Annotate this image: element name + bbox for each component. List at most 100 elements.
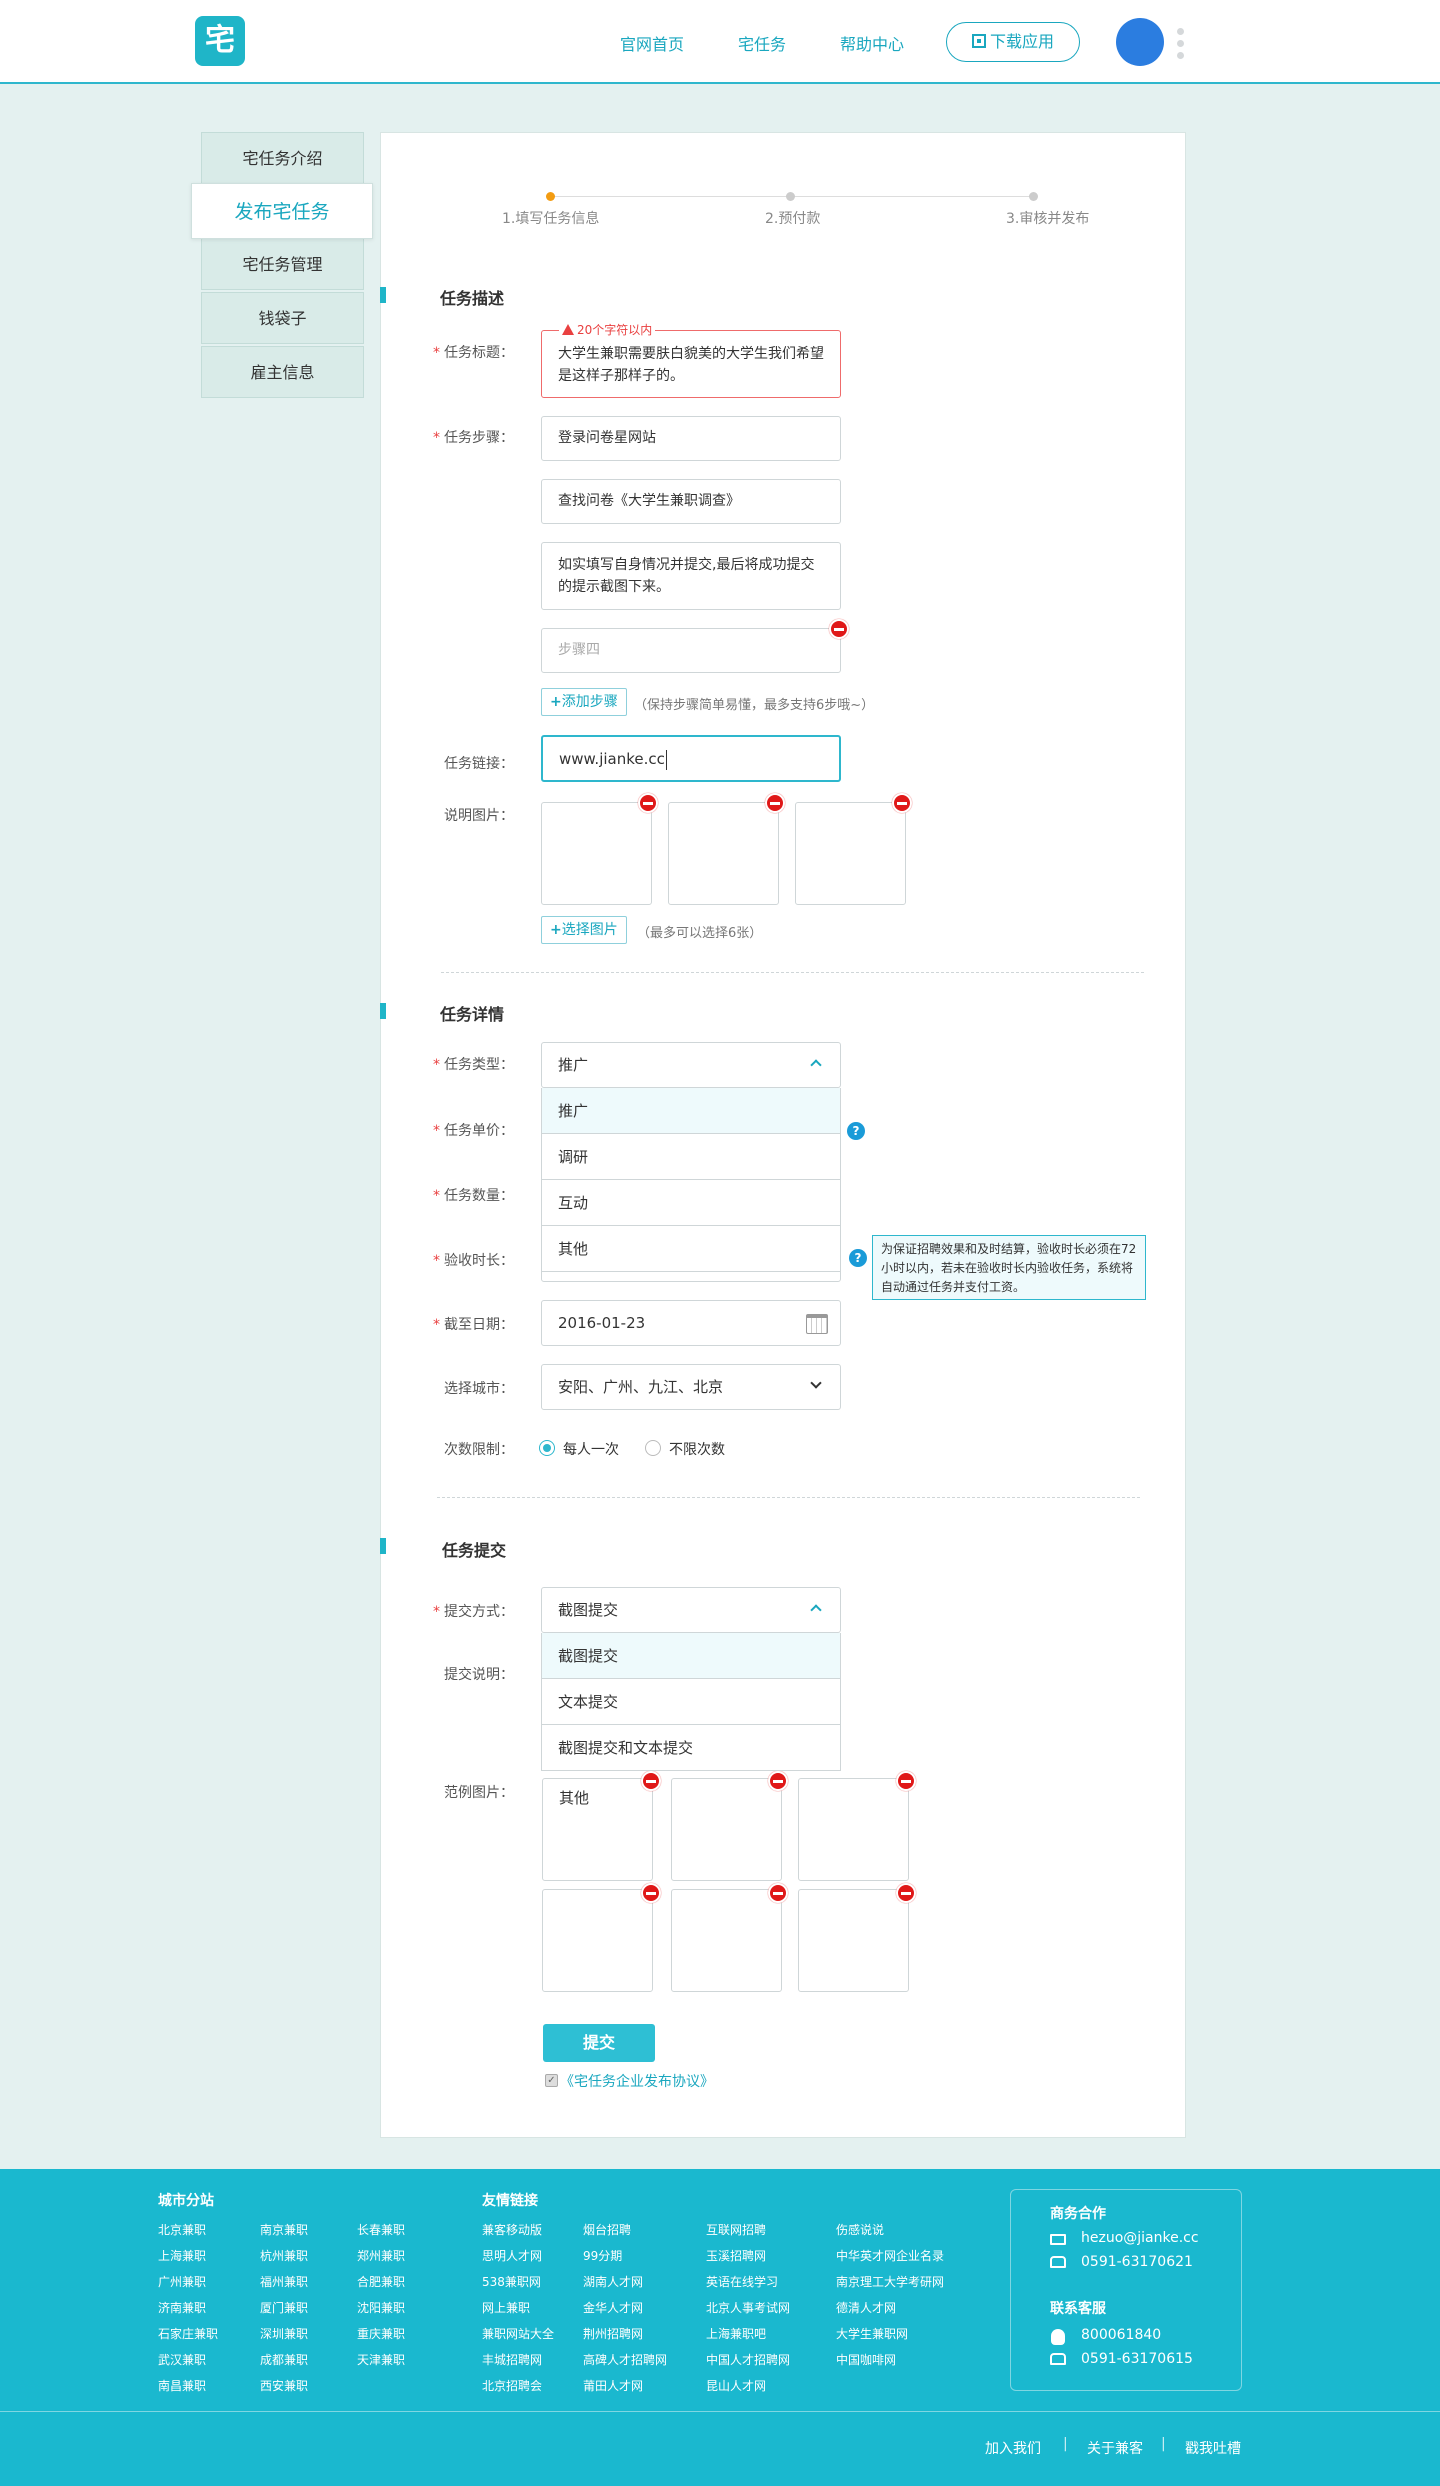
footer-friend-link[interactable]: 538兼职网 xyxy=(482,2273,541,2290)
footer-friend-link[interactable]: 莆田人才网 xyxy=(583,2377,643,2394)
app-logo[interactable]: 宅 xyxy=(195,16,245,66)
agreement-checkbox[interactable]: ✓ xyxy=(545,2074,558,2087)
footer-friend-link[interactable]: 北京招聘会 xyxy=(482,2377,542,2394)
image-slot[interactable] xyxy=(668,802,779,905)
nav-home[interactable]: 官网首页 xyxy=(620,31,684,55)
agreement-link[interactable]: 《宅任务企业发布协议》 xyxy=(560,2071,714,2091)
footer-city-link[interactable]: 北京兼职 xyxy=(158,2221,206,2238)
delete-image-icon[interactable] xyxy=(892,793,912,813)
submit-method-select[interactable]: 截图提交 xyxy=(541,1587,841,1633)
footer-friend-link[interactable]: 大学生兼职网 xyxy=(836,2325,908,2342)
footer-friend-link[interactable]: 高碑人才招聘网 xyxy=(583,2351,667,2368)
footer-city-link[interactable]: 济南兼职 xyxy=(158,2299,206,2316)
footer-city-link[interactable]: 成都兼职 xyxy=(260,2351,308,2368)
example-image-slot[interactable] xyxy=(798,1889,909,1992)
footer-city-link[interactable]: 武汉兼职 xyxy=(158,2351,206,2368)
step-1-input[interactable]: 登录问卷星网站 xyxy=(541,416,841,461)
footer-feedback[interactable]: 戳我吐槽 xyxy=(1185,2438,1241,2458)
footer-friend-link[interactable]: 南京理工大学考研网 xyxy=(836,2273,944,2290)
duration-help-icon[interactable]: ? xyxy=(849,1249,867,1267)
type-option[interactable]: 调研 xyxy=(541,1134,841,1180)
footer-friend-link[interactable]: 网上兼职 xyxy=(482,2299,530,2316)
radio-once[interactable] xyxy=(539,1440,555,1456)
footer-city-link[interactable]: 郑州兼职 xyxy=(357,2247,405,2264)
method-option[interactable]: 文本提交 xyxy=(541,1679,841,1725)
image-slot[interactable] xyxy=(541,802,652,905)
footer-city-link[interactable]: 深圳兼职 xyxy=(260,2325,308,2342)
footer-city-link[interactable]: 石家庄兼职 xyxy=(158,2325,218,2342)
city-select[interactable]: 安阳、广州、九江、北京 xyxy=(541,1364,841,1410)
footer-friend-link[interactable]: 伤感说说 xyxy=(836,2221,884,2238)
footer-friend-link[interactable]: 中国人才招聘网 xyxy=(706,2351,790,2368)
choose-images-button[interactable]: +选择图片 xyxy=(541,916,627,944)
task-link-input[interactable]: www.jianke.cc xyxy=(541,735,841,782)
type-option[interactable]: 互动 xyxy=(541,1180,841,1226)
user-avatar[interactable] xyxy=(1116,18,1164,66)
footer-friend-link[interactable]: 昆山人才网 xyxy=(706,2377,766,2394)
method-option[interactable]: 截图提交和文本提交 xyxy=(541,1725,841,1771)
footer-friend-link[interactable]: 中华英才网企业名录 xyxy=(836,2247,944,2264)
footer-city-link[interactable]: 重庆兼职 xyxy=(357,2325,405,2342)
delete-image-icon[interactable] xyxy=(641,1883,661,1903)
footer-friend-link[interactable]: 玉溪招聘网 xyxy=(706,2247,766,2264)
delete-image-icon[interactable] xyxy=(765,793,785,813)
sidebar-item-wallet[interactable]: 钱袋子 xyxy=(201,292,364,344)
type-option[interactable]: 推广 xyxy=(541,1088,841,1134)
footer-friend-link[interactable]: 互联网招聘 xyxy=(706,2221,766,2238)
delete-image-icon[interactable] xyxy=(768,1771,788,1791)
delete-step-icon[interactable] xyxy=(829,619,849,639)
image-slot[interactable] xyxy=(795,802,906,905)
footer-city-link[interactable]: 南京兼职 xyxy=(260,2221,308,2238)
footer-friend-link[interactable]: 英语在线学习 xyxy=(706,2273,778,2290)
biz-email[interactable]: hezuo@jianke.cc xyxy=(1081,2230,1199,2246)
example-image-slot[interactable]: 其他 xyxy=(542,1778,653,1881)
delete-image-icon[interactable] xyxy=(641,1771,661,1791)
service-qq[interactable]: 800061840 xyxy=(1081,2327,1161,2343)
example-image-slot[interactable] xyxy=(542,1889,653,1992)
footer-friend-link[interactable]: 丰城招聘网 xyxy=(482,2351,542,2368)
submit-button[interactable]: 提交 xyxy=(543,2024,655,2062)
sidebar-item-publish[interactable]: 发布宅任务 xyxy=(191,183,373,239)
footer-city-link[interactable]: 西安兼职 xyxy=(260,2377,308,2394)
sidebar-item-intro[interactable]: 宅任务介绍 xyxy=(201,132,364,184)
footer-city-link[interactable]: 合肥兼职 xyxy=(357,2273,405,2290)
footer-city-link[interactable]: 广州兼职 xyxy=(158,2273,206,2290)
footer-city-link[interactable]: 沈阳兼职 xyxy=(357,2299,405,2316)
sidebar-item-manage[interactable]: 宅任务管理 xyxy=(201,238,364,290)
add-step-button[interactable]: +添加步骤 xyxy=(541,688,627,716)
download-app-button[interactable]: 下载应用 xyxy=(946,22,1080,62)
radio-unlimited[interactable] xyxy=(645,1440,661,1456)
footer-friend-link[interactable]: 99分期 xyxy=(583,2247,622,2264)
footer-friend-link[interactable]: 上海兼职吧 xyxy=(706,2325,766,2342)
nav-tasks[interactable]: 宅任务 xyxy=(738,31,786,55)
footer-city-link[interactable]: 天津兼职 xyxy=(357,2351,405,2368)
deadline-input[interactable]: 2016-01-23 xyxy=(541,1300,841,1346)
footer-city-link[interactable]: 长春兼职 xyxy=(357,2221,405,2238)
method-option[interactable]: 截图提交 xyxy=(541,1633,841,1679)
footer-friend-link[interactable]: 兼职网站大全 xyxy=(482,2325,554,2342)
delete-image-icon[interactable] xyxy=(896,1883,916,1903)
footer-about[interactable]: 关于兼客 xyxy=(1087,2438,1143,2458)
example-image-slot[interactable] xyxy=(671,1889,782,1992)
delete-image-icon[interactable] xyxy=(638,793,658,813)
footer-friend-link[interactable]: 思明人才网 xyxy=(482,2247,542,2264)
step-2-input[interactable]: 查找问卷《大学生兼职调查》 xyxy=(541,479,841,524)
price-help-icon[interactable]: ? xyxy=(847,1122,865,1140)
footer-friend-link[interactable]: 金华人才网 xyxy=(583,2299,643,2316)
footer-city-link[interactable]: 福州兼职 xyxy=(260,2273,308,2290)
delete-image-icon[interactable] xyxy=(896,1771,916,1791)
footer-city-link[interactable]: 南昌兼职 xyxy=(158,2377,206,2394)
sidebar-item-employer[interactable]: 雇主信息 xyxy=(201,346,364,398)
delete-image-icon[interactable] xyxy=(768,1883,788,1903)
task-title-input[interactable]: 大学生兼职需要肤白貌美的大学生我们希望是这样子那样子的。 xyxy=(541,330,841,398)
footer-friend-link[interactable]: 荆州招聘网 xyxy=(583,2325,643,2342)
footer-friend-link[interactable]: 兼客移动版 xyxy=(482,2221,542,2238)
example-image-slot[interactable] xyxy=(671,1778,782,1881)
example-image-slot[interactable] xyxy=(798,1778,909,1881)
type-option[interactable]: 其他 xyxy=(541,1226,841,1272)
footer-friend-link[interactable]: 北京人事考试网 xyxy=(706,2299,790,2316)
footer-join-us[interactable]: 加入我们 xyxy=(985,2438,1041,2458)
footer-city-link[interactable]: 厦门兼职 xyxy=(260,2299,308,2316)
footer-city-link[interactable]: 上海兼职 xyxy=(158,2247,206,2264)
footer-city-link[interactable]: 杭州兼职 xyxy=(260,2247,308,2264)
